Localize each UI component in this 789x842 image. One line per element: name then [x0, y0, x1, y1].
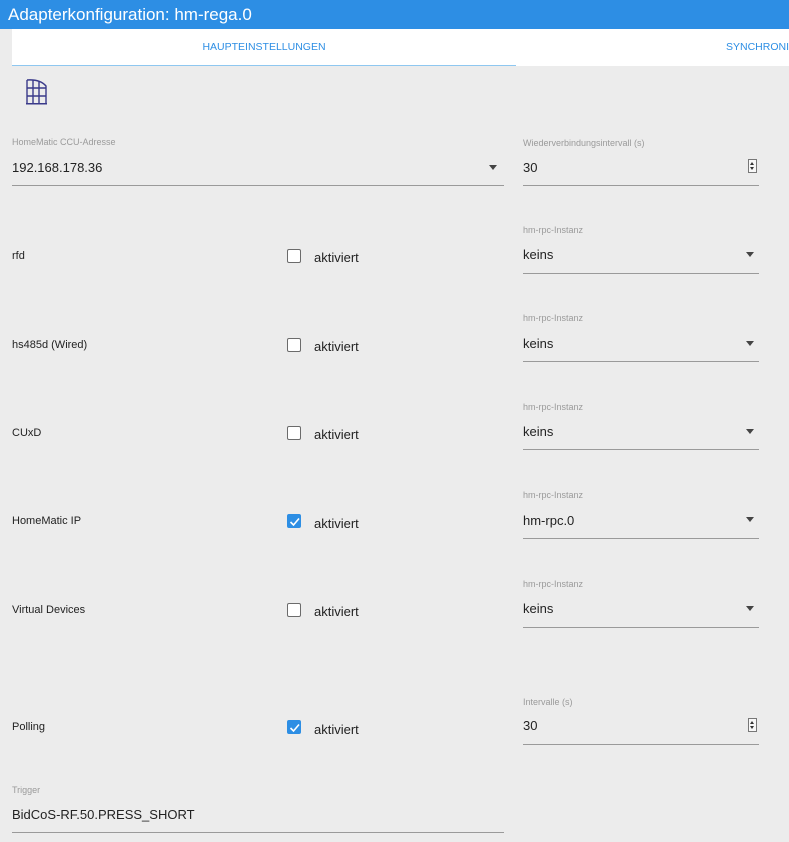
hs485d-instance-value: keins: [523, 336, 554, 351]
checkbox-text: aktiviert: [314, 516, 359, 531]
hs485d-checkbox[interactable]: [287, 338, 301, 352]
reconnect-interval-label: Wiederverbindungsintervall (s): [523, 138, 645, 148]
trigger-label: Trigger: [12, 785, 41, 795]
hs485d-instance-label: hm-rpc-Instanz: [523, 313, 584, 323]
polling-interval-underline: [523, 744, 759, 745]
virtual-devices-checkbox[interactable]: [287, 603, 301, 617]
checkbox-text: aktiviert: [314, 427, 359, 442]
polling-checkbox[interactable]: [287, 720, 301, 734]
row-label-cuxd: CUxD: [12, 427, 42, 439]
homematic-ip-instance-label: hm-rpc-Instanz: [523, 490, 584, 500]
cuxd-checkbox[interactable]: [287, 426, 301, 440]
cuxd-instance-label: hm-rpc-Instanz: [523, 402, 584, 412]
row-label-virtual-devices: Virtual Devices: [12, 604, 86, 616]
checkbox-text: aktiviert: [314, 339, 359, 354]
trigger-underline: [12, 832, 504, 833]
reconnect-interval-value: 30: [523, 160, 538, 175]
rfd-checkbox[interactable]: [287, 249, 301, 263]
tab-synchronisation[interactable]: SYNCHRONIS: [726, 29, 789, 66]
virtual-devices-instance-underline: [523, 627, 759, 628]
checkbox-text: aktiviert: [314, 250, 359, 265]
cuxd-instance-underline: [523, 449, 759, 450]
rfd-instance-label: hm-rpc-Instanz: [523, 225, 584, 235]
row-label-polling: Polling: [12, 721, 46, 733]
number-spinner-icon[interactable]: [748, 159, 757, 173]
ccu-address-underline: [12, 185, 504, 186]
rfd-instance-value: keins: [523, 247, 554, 262]
checkbox-text: aktiviert: [314, 722, 359, 737]
tab-haupteinstellungen[interactable]: HAUPTEINSTELLUNGEN: [12, 29, 516, 66]
virtual-devices-instance-value: keins: [523, 601, 554, 616]
homematic-ip-instance-value: hm-rpc.0: [523, 513, 575, 528]
window-title: Adapterkonfiguration: hm-rega.0: [0, 0, 789, 29]
ccu-address-value: 192.168.178.36: [12, 160, 103, 175]
chevron-down-icon[interactable]: [746, 341, 754, 346]
chevron-down-icon[interactable]: [746, 606, 754, 611]
tab-bar: HAUPTEINSTELLUNGEN SYNCHRONIS: [12, 29, 789, 66]
chevron-down-icon[interactable]: [489, 165, 497, 170]
row-label-hs485d: hs485d (Wired): [12, 339, 88, 351]
polling-interval-label: Intervalle (s): [523, 697, 573, 707]
homematic-ip-checkbox[interactable]: [287, 514, 301, 528]
reconnect-interval-underline: [523, 185, 759, 186]
homematic-ip-instance-underline: [523, 538, 759, 539]
rfd-instance-underline: [523, 273, 759, 274]
chevron-down-icon[interactable]: [746, 517, 754, 522]
virtual-devices-instance-label: hm-rpc-Instanz: [523, 579, 584, 589]
polling-interval-value: 30: [523, 718, 538, 733]
cuxd-instance-value: keins: [523, 424, 554, 439]
ccu-address-label: HomeMatic CCU-Adresse: [12, 137, 116, 147]
hs485d-instance-underline: [523, 361, 759, 362]
row-label-rfd: rfd: [12, 250, 25, 262]
row-label-homematic-ip: HomeMatic IP: [12, 515, 82, 527]
chevron-down-icon[interactable]: [746, 252, 754, 257]
chevron-down-icon[interactable]: [746, 429, 754, 434]
trigger-value: BidCoS-RF.50.PRESS_SHORT: [12, 807, 195, 822]
number-spinner-icon[interactable]: [748, 718, 757, 732]
homematic-logo: [24, 76, 52, 112]
checkbox-text: aktiviert: [314, 604, 359, 619]
